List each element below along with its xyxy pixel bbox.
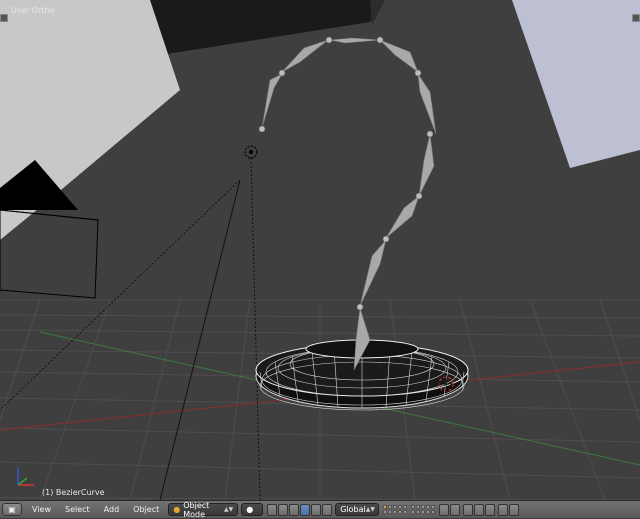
manipulator-toggle-button[interactable] bbox=[289, 503, 300, 516]
mode-label: Object Mode bbox=[183, 500, 210, 519]
menu-object[interactable]: Object bbox=[133, 505, 159, 514]
area-split-widget-top-right[interactable] bbox=[632, 14, 640, 22]
scene-canvas[interactable] bbox=[0, 0, 640, 500]
area-split-widget-top-left[interactable] bbox=[0, 14, 8, 22]
object-label: (1) BezierCurve bbox=[42, 488, 105, 497]
dropdown-arrow-icon: ▲▼ bbox=[365, 506, 375, 513]
translate-manipulator-button[interactable] bbox=[300, 503, 311, 516]
armature-joints bbox=[258, 36, 434, 311]
armature-bones[interactable] bbox=[261, 37, 437, 371]
3d-view-icon: ▣ bbox=[8, 505, 16, 514]
menu-select[interactable]: Select bbox=[65, 505, 90, 514]
dropdown-arrow-icon: ▲▼ bbox=[224, 506, 234, 513]
solid-shading-icon: ● bbox=[246, 505, 254, 514]
render-animation-button[interactable] bbox=[509, 503, 520, 516]
object-mode-icon: ● bbox=[173, 505, 181, 514]
snap-element-button[interactable] bbox=[474, 503, 485, 516]
background-plane-lavender bbox=[512, 0, 640, 168]
layer-buttons-2[interactable] bbox=[411, 505, 436, 514]
3d-view-header: ▣ View Select Add Object ● Object Mode ▲… bbox=[0, 500, 640, 519]
transform-orientation-dropdown[interactable]: Global ▲▼ bbox=[335, 503, 380, 516]
scale-manipulator-button[interactable] bbox=[322, 503, 333, 516]
menu-view[interactable]: View bbox=[32, 505, 51, 514]
pivot-options-button[interactable] bbox=[278, 503, 289, 516]
proportional-edit-button[interactable] bbox=[450, 503, 461, 516]
3d-viewport[interactable]: User Ortho (1) BezierCurve bbox=[0, 0, 640, 500]
view-label: User Ortho bbox=[11, 6, 55, 15]
axis-gizmo bbox=[17, 468, 34, 486]
editor-type-button[interactable]: ▣ bbox=[2, 503, 22, 516]
snap-target-button[interactable] bbox=[485, 503, 496, 516]
render-opengl-button[interactable] bbox=[498, 503, 509, 516]
orientation-label: Global bbox=[340, 505, 366, 514]
background-plane-dark bbox=[150, 0, 385, 55]
layer-buttons[interactable] bbox=[383, 505, 408, 514]
camera-object[interactable] bbox=[0, 160, 99, 299]
mode-dropdown[interactable]: ● Object Mode ▲▼ bbox=[168, 500, 239, 519]
snap-toggle-button[interactable] bbox=[463, 503, 474, 516]
lock-layers-button[interactable] bbox=[439, 503, 450, 516]
viewport-shading-dropdown[interactable]: ● bbox=[241, 503, 264, 516]
rotate-manipulator-button[interactable] bbox=[311, 503, 322, 516]
menu-add[interactable]: Add bbox=[104, 505, 120, 514]
pivot-point-button[interactable] bbox=[267, 503, 278, 516]
